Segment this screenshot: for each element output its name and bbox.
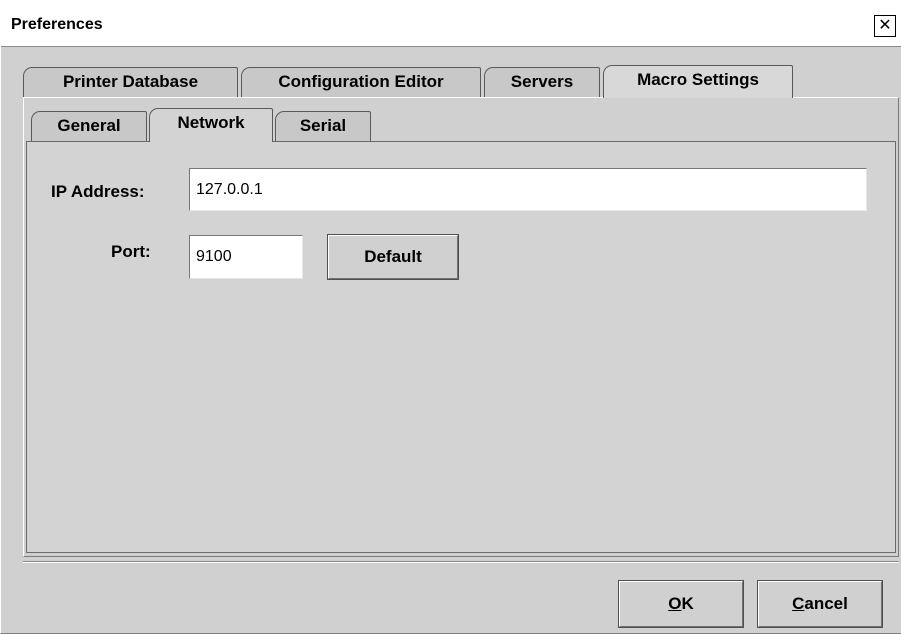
tab-macro-settings[interactable]: Macro Settings — [603, 65, 793, 98]
default-button[interactable]: Default — [327, 234, 459, 280]
tab-configuration-editor[interactable]: Configuration Editor — [241, 67, 481, 97]
ok-button[interactable]: OK — [618, 580, 744, 628]
port-label: Port: — [111, 242, 151, 261]
preferences-dialog: Preferences ✕ Printer Database Configura… — [0, 0, 901, 634]
window-title: Preferences — [11, 16, 103, 33]
ip-address-label: IP Address: — [51, 182, 145, 201]
ok-label-rest: K — [681, 594, 694, 613]
cancel-label-rest: ancel — [804, 594, 848, 613]
cancel-mnemonic: C — [792, 594, 805, 613]
tab-network[interactable]: Network — [149, 108, 273, 142]
close-icon[interactable]: ✕ — [874, 15, 896, 37]
cancel-button[interactable]: Cancel — [757, 580, 883, 628]
port-input[interactable] — [189, 235, 303, 279]
title-bar-divider — [1, 46, 901, 47]
footer-divider — [23, 561, 899, 563]
tab-printer-database[interactable]: Printer Database — [23, 67, 238, 97]
title-bar[interactable]: Preferences ✕ — [1, 0, 901, 46]
tab-servers[interactable]: Servers — [484, 67, 600, 97]
tab-serial[interactable]: Serial — [275, 111, 371, 141]
tab-general[interactable]: General — [31, 111, 147, 141]
ok-mnemonic: O — [668, 594, 682, 613]
ip-address-input[interactable] — [189, 168, 867, 211]
network-panel: IP Address: Port: Default — [26, 141, 896, 553]
